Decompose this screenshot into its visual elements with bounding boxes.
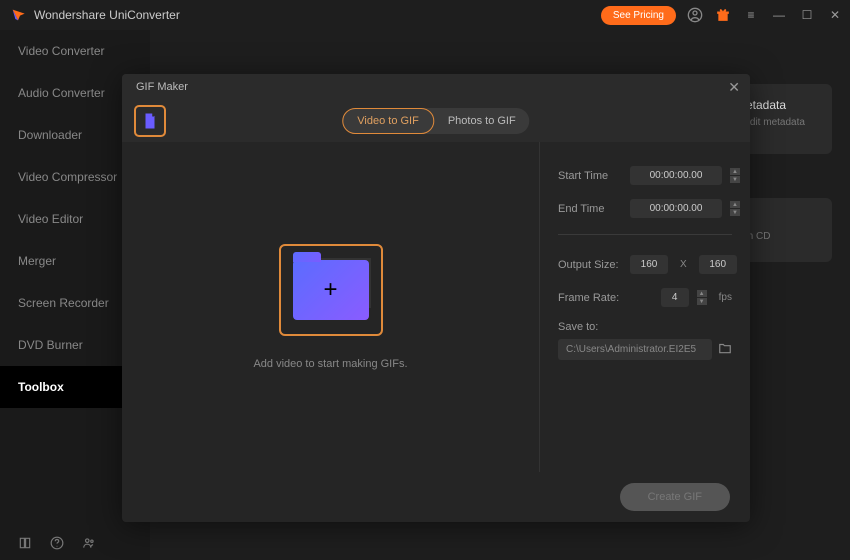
save-path-input[interactable] [558, 339, 712, 360]
save-to-label: Save to: [558, 321, 732, 333]
mode-tabs: Video to GIF Photos to GIF [342, 108, 529, 134]
menu-icon[interactable]: ≡ [742, 6, 760, 24]
window-minimize-button[interactable]: — [770, 6, 788, 24]
end-time-input[interactable] [630, 199, 722, 218]
output-height-input[interactable] [699, 255, 737, 274]
output-width-input[interactable] [630, 255, 668, 274]
help-question-icon[interactable] [50, 536, 64, 555]
people-icon[interactable] [82, 536, 96, 555]
chevron-up-icon[interactable]: ▲ [730, 168, 740, 175]
end-time-label: End Time [558, 203, 622, 215]
frame-rate-label: Frame Rate: [558, 292, 622, 304]
titlebar: Wondershare UniConverter See Pricing ≡ —… [0, 0, 850, 30]
modal-title: GIF Maker [136, 81, 188, 93]
start-time-label: Start Time [558, 170, 622, 182]
chevron-down-icon[interactable]: ▼ [730, 209, 740, 216]
sidebar-item-video-converter[interactable]: Video Converter [0, 30, 150, 72]
x-separator: X [680, 259, 687, 270]
titlebar-actions: See Pricing ≡ — ☐ ✕ [601, 6, 844, 25]
modal-body: + Add video to start making GIFs. Start … [122, 142, 750, 472]
end-time-row: End Time ▲ ▼ [558, 199, 732, 218]
window-close-button[interactable]: ✕ [826, 6, 844, 24]
tab-video-to-gif[interactable]: Video to GIF [342, 108, 434, 134]
app-logo-icon [10, 7, 26, 23]
modal-footer: Create GIF [122, 472, 750, 522]
output-size-row: Output Size: X [558, 255, 732, 274]
sidebar-footer [0, 530, 150, 560]
start-time-input[interactable] [630, 166, 722, 185]
gif-maker-modal: GIF Maker ✕ Video to GIF Photos to GIF +… [122, 74, 750, 522]
frame-rate-stepper[interactable]: ▲ ▼ [697, 290, 707, 305]
chevron-down-icon[interactable]: ▼ [730, 176, 740, 183]
browse-folder-icon[interactable] [718, 341, 732, 358]
chevron-down-icon[interactable]: ▼ [697, 298, 707, 305]
end-time-stepper[interactable]: ▲ ▼ [730, 201, 740, 216]
see-pricing-button[interactable]: See Pricing [601, 6, 676, 25]
create-gif-button[interactable]: Create GIF [620, 483, 730, 511]
modal-header: GIF Maker ✕ [122, 74, 750, 100]
output-size-label: Output Size: [558, 259, 622, 271]
app-title: Wondershare UniConverter [34, 8, 180, 22]
help-book-icon[interactable] [18, 536, 32, 555]
settings-pane: Start Time ▲ ▼ End Time ▲ ▼ Output Size: [540, 142, 750, 472]
drop-hint-text: Add video to start making GIFs. [253, 358, 407, 370]
frame-rate-input[interactable] [661, 288, 689, 307]
tab-photos-to-gif[interactable]: Photos to GIF [434, 108, 530, 134]
start-time-stepper[interactable]: ▲ ▼ [730, 168, 740, 183]
chevron-up-icon[interactable]: ▲ [697, 290, 707, 297]
user-account-icon[interactable] [686, 6, 704, 24]
gift-icon[interactable] [714, 6, 732, 24]
plus-icon: + [323, 276, 337, 304]
modal-close-button[interactable]: ✕ [728, 79, 740, 96]
modal-toolbar: Video to GIF Photos to GIF [122, 100, 750, 142]
add-file-button[interactable] [134, 105, 166, 137]
fps-suffix: fps [719, 292, 732, 303]
start-time-row: Start Time ▲ ▼ [558, 166, 732, 185]
save-to-row: Save to: [558, 321, 732, 360]
window-maximize-button[interactable]: ☐ [798, 6, 816, 24]
add-video-dropzone[interactable]: + [279, 244, 383, 336]
drop-area: + Add video to start making GIFs. [122, 142, 540, 472]
folder-icon: + [293, 260, 369, 320]
frame-rate-row: Frame Rate: ▲ ▼ fps [558, 288, 732, 307]
divider [558, 234, 732, 235]
chevron-up-icon[interactable]: ▲ [730, 201, 740, 208]
